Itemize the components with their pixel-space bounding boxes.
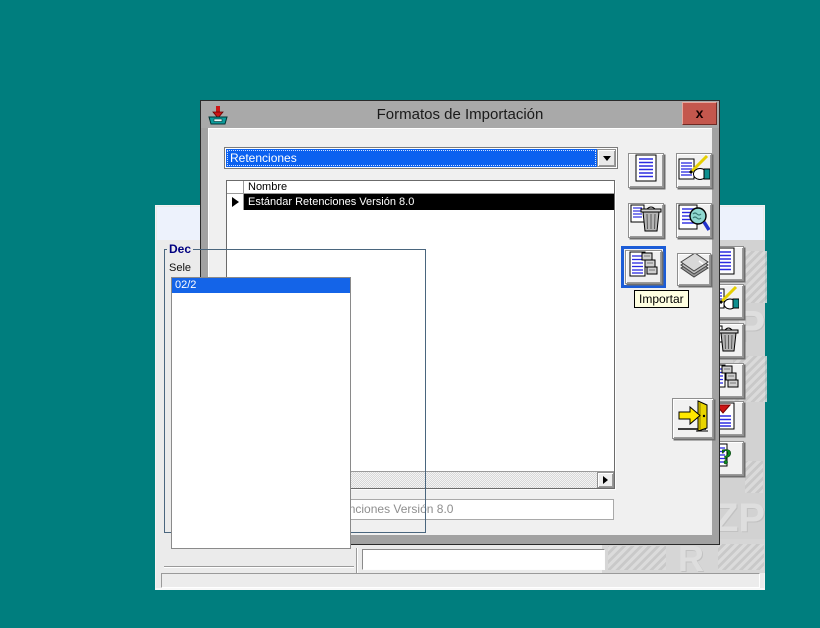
current-row-arrow-icon — [232, 197, 239, 207]
background-list-item-selected[interactable]: 02/2 — [172, 278, 350, 293]
import-format-button[interactable] — [625, 250, 662, 284]
chevron-down-icon — [603, 156, 611, 161]
watermark-shape — [745, 461, 763, 493]
status-bar — [161, 573, 760, 588]
watermark-shape — [718, 544, 764, 570]
list-header-row: Nombre — [227, 181, 614, 194]
import-format-icon — [629, 250, 659, 285]
view-format-icon — [678, 203, 710, 238]
new-format-button[interactable] — [628, 153, 664, 188]
dialog-title: Formatos de Importación — [201, 101, 719, 128]
import-button-focus-ring — [621, 246, 666, 288]
view-format-button[interactable] — [676, 203, 712, 238]
delete-format-icon — [630, 203, 662, 238]
desktop: P ZP R Dec Sele 02/2 — [0, 0, 820, 628]
scroll-right-button[interactable] — [597, 472, 614, 488]
list-row-selected[interactable]: Estándar Retenciones Versión 8.0 — [227, 194, 614, 210]
import-tray-icon[interactable] — [207, 104, 229, 126]
background-periods-list[interactable]: 02/2 — [171, 277, 351, 549]
combobox-dropdown-button[interactable] — [597, 149, 616, 167]
format-name-cell[interactable]: Estándar Retenciones Versión 8.0 — [244, 194, 614, 210]
background-group-label: Dec — [167, 242, 193, 256]
copy-stack-icon — [679, 254, 709, 285]
arrow-right-icon — [603, 476, 608, 484]
edit-format-button[interactable] — [676, 153, 712, 188]
column-header-nombre: Nombre — [248, 181, 287, 194]
new-document-icon — [633, 154, 659, 187]
close-button[interactable]: x — [682, 102, 717, 125]
exit-door-icon — [676, 399, 710, 438]
row-selector-column-header — [227, 181, 244, 194]
edit-format-icon — [678, 154, 710, 188]
delete-format-button[interactable] — [628, 203, 664, 238]
background-text-field[interactable] — [362, 549, 605, 570]
combobox-selected-value[interactable]: Retenciones — [226, 149, 597, 167]
divider — [164, 566, 354, 568]
watermark-shape — [743, 251, 767, 303]
copy-format-button[interactable] — [677, 253, 711, 286]
row-selector-cell[interactable] — [227, 194, 244, 210]
format-category-combobox[interactable]: Retenciones — [224, 147, 618, 169]
dialog-titlebar[interactable]: Formatos de Importación x — [201, 101, 719, 128]
background-select-label: Sele — [169, 262, 191, 274]
svg-text:?: ? — [721, 444, 732, 469]
watermark-letter: ZP — [714, 496, 765, 541]
exit-button[interactable] — [672, 398, 714, 439]
divider — [356, 548, 358, 574]
import-tooltip: Importar — [634, 290, 689, 308]
watermark-shape — [608, 546, 666, 570]
